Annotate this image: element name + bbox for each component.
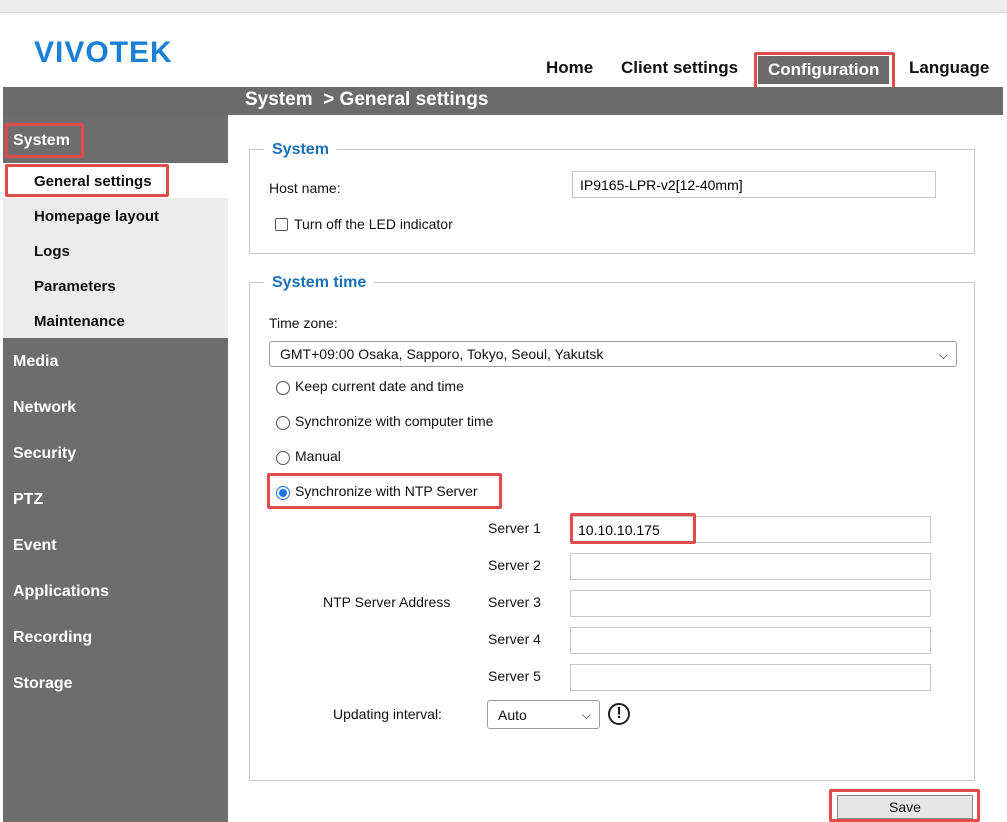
server-5-input[interactable] (570, 664, 931, 691)
server-4-input[interactable] (570, 627, 931, 654)
breadcrumb-page: > General settings (323, 89, 489, 110)
radio-sync-ntp[interactable] (276, 486, 290, 500)
updating-interval-label: Updating interval: (333, 706, 442, 722)
sidebar-subitem-maintenance[interactable]: Maintenance (34, 313, 125, 330)
breadcrumb-section: System (245, 89, 313, 110)
radio-sync-computer[interactable] (276, 416, 290, 430)
system-time-legend: System time (264, 274, 375, 292)
sidebar-subitem-parameters[interactable]: Parameters (34, 278, 116, 295)
nav-client-settings[interactable]: Client settings (621, 58, 738, 78)
updating-interval-select[interactable]: Auto ⌵ (487, 700, 600, 729)
server-3-label: Server 3 (488, 594, 541, 610)
breadcrumb-bar (3, 87, 1003, 115)
radio-manual[interactable] (276, 451, 290, 465)
server-5-label: Server 5 (488, 668, 541, 684)
nav-language[interactable]: Language (909, 58, 989, 78)
breadcrumb: System > General settings (245, 89, 488, 111)
time-zone-label: Time zone: (269, 315, 338, 331)
sidebar-item-security[interactable]: Security (13, 445, 76, 463)
radio-sync-ntp-label: Synchronize with NTP Server (295, 483, 478, 499)
radio-keep-current-label: Keep current date and time (295, 378, 464, 394)
sidebar-item-ptz[interactable]: PTZ (13, 491, 43, 509)
chevron-down-icon: ⌵ (938, 348, 948, 362)
host-name-input[interactable] (572, 171, 936, 198)
radio-sync-computer-label: Synchronize with computer time (295, 413, 494, 429)
server-1-input[interactable] (570, 516, 931, 543)
server-4-label: Server 4 (488, 631, 541, 647)
radio-manual-label: Manual (295, 448, 341, 464)
updating-interval-value: Auto (498, 707, 527, 723)
server-1-label: Server 1 (488, 520, 541, 536)
sidebar-item-media[interactable]: Media (13, 353, 58, 371)
chevron-down-icon: ⌵ (581, 708, 591, 722)
server-3-input[interactable] (570, 590, 931, 617)
led-checkbox-label: Turn off the LED indicator (294, 216, 453, 232)
sidebar-item-applications[interactable]: Applications (13, 583, 109, 601)
ntp-server-address-label: NTP Server Address (323, 594, 451, 610)
led-checkbox[interactable] (275, 218, 288, 231)
top-strip (0, 0, 1007, 13)
system-legend: System (264, 141, 337, 159)
sidebar-item-network[interactable]: Network (13, 399, 76, 417)
save-button[interactable]: Save (837, 795, 973, 819)
sidebar-item-event[interactable]: Event (13, 537, 57, 555)
server-2-input[interactable] (570, 553, 931, 580)
sidebar-subitem-logs[interactable]: Logs (34, 243, 70, 260)
server-2-label: Server 2 (488, 557, 541, 573)
sidebar-subitem-homepage-layout[interactable]: Homepage layout (34, 208, 159, 225)
sidebar-item-system[interactable]: System (13, 132, 70, 150)
nav-home[interactable]: Home (546, 58, 593, 78)
time-zone-value: GMT+09:00 Osaka, Sapporo, Tokyo, Seoul, … (280, 346, 604, 362)
info-icon[interactable]: ! (608, 703, 630, 725)
vivotek-logo: VIVOTEK (34, 36, 173, 69)
radio-keep-current[interactable] (276, 381, 290, 395)
sidebar-item-recording[interactable]: Recording (13, 629, 92, 647)
nav-configuration[interactable]: Configuration (758, 56, 890, 84)
time-zone-select[interactable]: GMT+09:00 Osaka, Sapporo, Tokyo, Seoul, … (269, 341, 957, 367)
system-fieldset (249, 149, 975, 254)
sidebar-subitem-general-settings[interactable]: General settings (34, 173, 152, 190)
host-name-label: Host name: (269, 180, 341, 196)
sidebar-item-storage[interactable]: Storage (13, 675, 73, 693)
